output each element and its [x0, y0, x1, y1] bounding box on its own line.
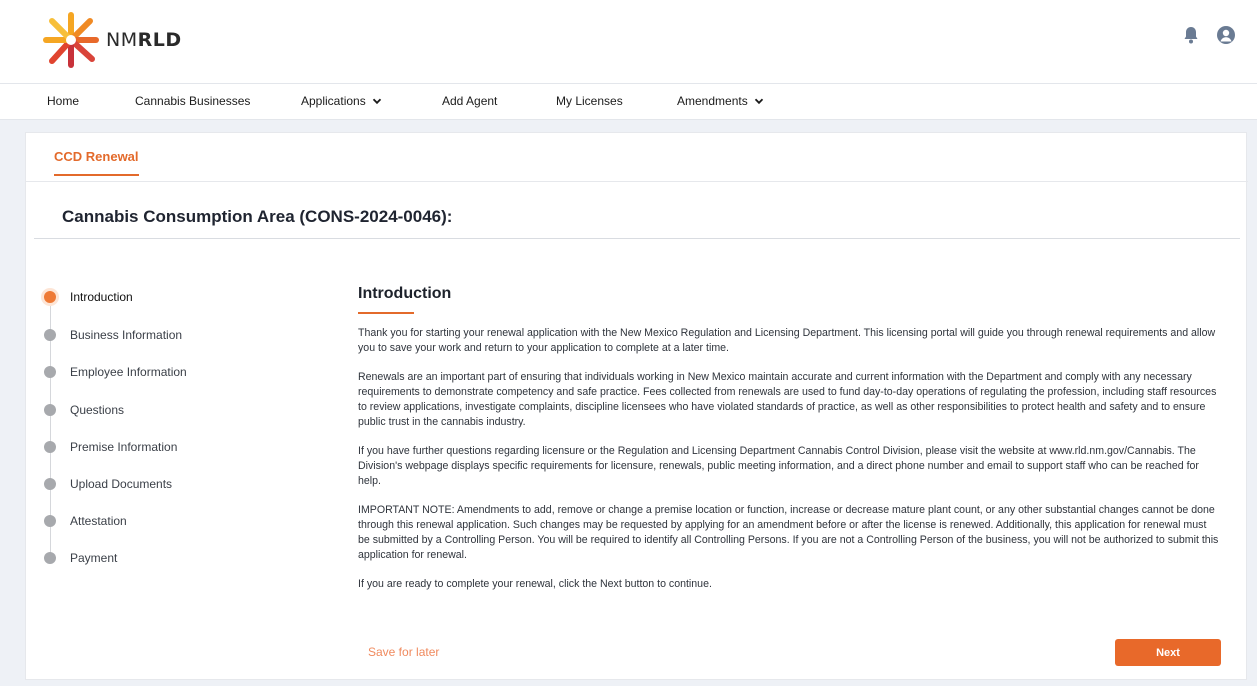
header-icons — [1183, 26, 1235, 44]
chevron-down-icon — [372, 98, 381, 105]
step-label: Upload Documents — [70, 477, 173, 491]
next-button[interactable]: Next — [1115, 639, 1221, 666]
step-questions[interactable]: Questions — [44, 401, 124, 419]
nav-cannabis-businesses[interactable]: Cannabis Businesses — [135, 94, 250, 108]
step-label: Employee Information — [70, 365, 187, 379]
nmrld-logo[interactable]: NMRLD — [40, 8, 220, 72]
step-dot — [44, 366, 56, 378]
step-payment[interactable]: Payment — [44, 549, 117, 567]
nav-applications-label: Applications — [301, 94, 366, 108]
nav-home-label: Home — [47, 94, 80, 108]
heading-underline — [358, 312, 414, 314]
page-title: Cannabis Consumption Area (CONS-2024-004… — [62, 207, 453, 226]
user-avatar-icon[interactable] — [1217, 26, 1235, 44]
step-dot — [44, 329, 56, 341]
step-label: Introduction — [70, 290, 133, 304]
nav-my-licenses-label: My Licenses — [556, 94, 623, 108]
renewal-card: CCD Renewal Cannabis Consumption Area (C… — [25, 132, 1248, 680]
step-label: Payment — [70, 551, 118, 565]
step-dot — [44, 552, 56, 564]
nav-add-agent[interactable]: Add Agent — [442, 94, 497, 108]
nav-home[interactable]: Home — [47, 94, 79, 108]
save-for-later-link[interactable]: Save for later — [368, 645, 439, 659]
step-label: Attestation — [70, 514, 127, 528]
intro-paragraph: Thank you for starting your renewal appl… — [358, 327, 1216, 354]
step-dot-active — [44, 291, 56, 303]
step-dot — [44, 478, 56, 490]
section-heading: Introduction — [358, 285, 452, 302]
progress-steps: Introduction Business Information Employ… — [44, 283, 304, 573]
important-note-paragraph: IMPORTANT NOTE: Amendments to add, remov… — [358, 504, 1219, 561]
step-upload-documents[interactable]: Upload Documents — [44, 475, 172, 493]
chevron-down-icon — [754, 98, 763, 105]
ready-paragraph: If you are ready to complete your renewa… — [358, 578, 712, 590]
main-nav: Home Cannabis Businesses Applications Ad… — [0, 84, 1257, 120]
nav-applications[interactable]: Applications — [301, 94, 382, 108]
nmrld-starburst-icon — [43, 12, 99, 68]
tab-divider — [26, 181, 1248, 182]
tab-ccd-renewal[interactable]: CCD Renewal — [54, 149, 139, 176]
nav-amendments-label: Amendments — [677, 94, 748, 108]
introduction-content: Introduction Thank you for starting your… — [358, 285, 1220, 606]
nav-amendments[interactable]: Amendments — [677, 94, 764, 108]
title-divider — [34, 238, 1240, 239]
step-attestation[interactable]: Attestation — [44, 512, 127, 530]
step-dot — [44, 404, 56, 416]
step-dot — [44, 515, 56, 527]
step-label: Premise Information — [70, 440, 178, 454]
nav-cannabis-businesses-label: Cannabis Businesses — [135, 94, 251, 108]
step-introduction[interactable]: Introduction — [44, 288, 133, 306]
bell-icon[interactable] — [1183, 26, 1199, 44]
step-label: Business Information — [70, 328, 183, 342]
step-business-information[interactable]: Business Information — [44, 326, 182, 344]
step-label: Questions — [70, 403, 125, 417]
questions-paragraph: If you have further questions regarding … — [358, 445, 1199, 487]
nav-add-agent-label: Add Agent — [442, 94, 498, 108]
step-premise-information[interactable]: Premise Information — [44, 438, 177, 456]
top-header: NMRLD — [0, 0, 1257, 84]
nav-my-licenses[interactable]: My Licenses — [556, 94, 623, 108]
step-employee-information[interactable]: Employee Information — [44, 363, 187, 381]
renewals-paragraph: Renewals are an important part of ensuri… — [358, 371, 1217, 428]
step-dot — [44, 441, 56, 453]
logo-text: NMRLD — [106, 29, 182, 51]
